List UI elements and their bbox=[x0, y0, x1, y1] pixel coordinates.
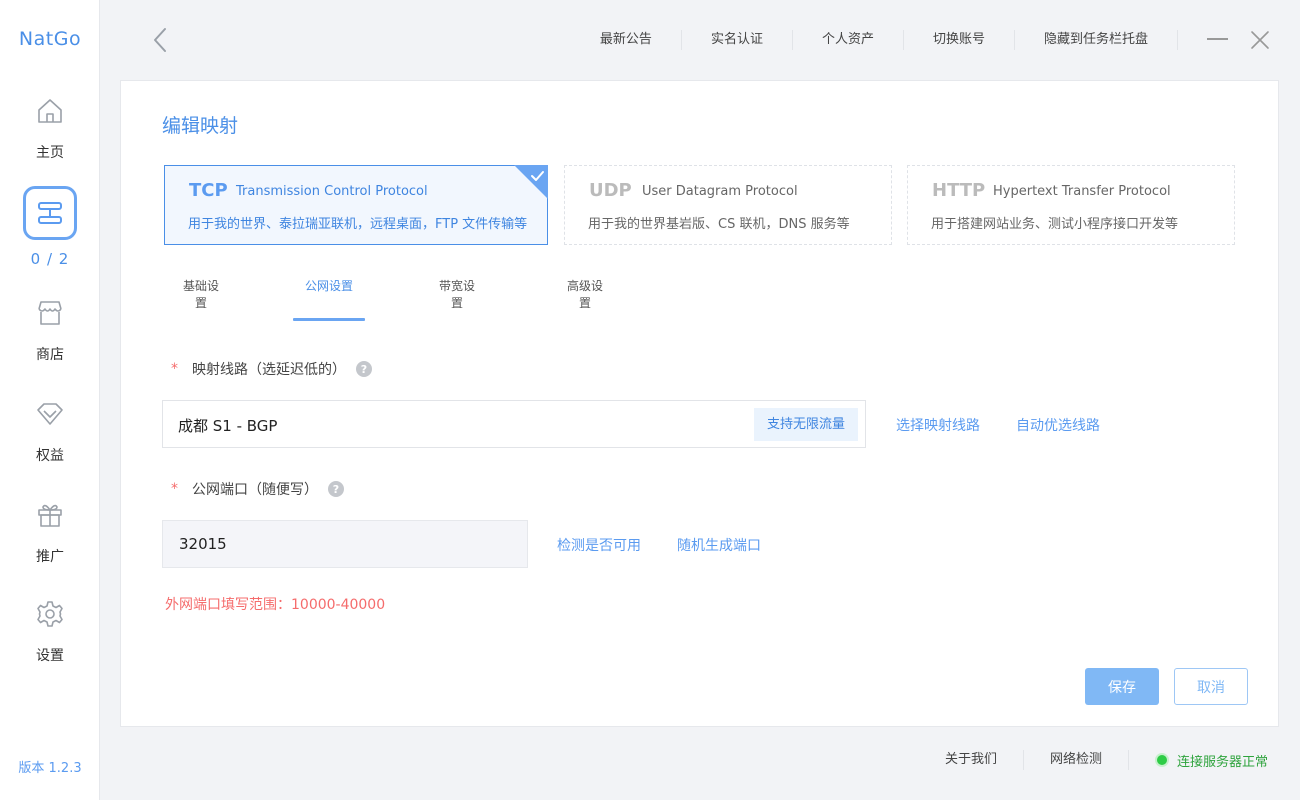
protocol-description: 用于我的世界基岩版、CS 联机，DNS 服务等 bbox=[588, 217, 850, 232]
protocol-description: 用于我的世界、泰拉瑞亚联机，远程桌面，FTP 文件传输等 bbox=[188, 217, 528, 232]
protocol-description: 用于搭建网站业务、测试小程序接口开发等 bbox=[931, 217, 1179, 232]
connection-status: 连接服务器正常 bbox=[1129, 751, 1268, 770]
minimize-icon[interactable] bbox=[1207, 38, 1228, 40]
mapping-active-box bbox=[23, 186, 77, 240]
sidebar-item-store[interactable]: 商店 bbox=[0, 298, 100, 364]
tab-label: 高级设置 bbox=[566, 279, 603, 310]
tab-label: 公网设置 bbox=[304, 279, 353, 293]
topnav-announcements[interactable]: 最新公告 bbox=[571, 30, 682, 50]
auto-route-link[interactable]: 自动优选线路 bbox=[1016, 415, 1100, 435]
save-button[interactable]: 保存 bbox=[1085, 668, 1159, 705]
protocol-card-tcp[interactable]: TCP Transmission Control Protocol 用于我的世界… bbox=[164, 165, 548, 245]
topnav-assets[interactable]: 个人资产 bbox=[793, 30, 904, 50]
sidebar-item-label: 权益 bbox=[36, 448, 64, 464]
route-select[interactable]: 成都 S1 - BGP 支持无限流量 bbox=[162, 400, 866, 448]
protocol-name: UDP bbox=[589, 180, 632, 201]
edit-mapping-panel: 编辑映射 TCP Transmission Control Protocol 用… bbox=[120, 80, 1279, 727]
tab-basic[interactable]: 基础设置 bbox=[178, 277, 224, 321]
route-field-label: * 映射线路（选延迟低的） ? bbox=[171, 359, 372, 379]
footer-bar: 关于我们 网络检测 连接服务器正常 bbox=[919, 750, 1268, 770]
sidebar-item-label: 推广 bbox=[36, 549, 64, 565]
required-mark: * bbox=[171, 361, 178, 377]
tab-bandwidth[interactable]: 带宽设置 bbox=[434, 277, 480, 321]
check-port-link[interactable]: 检测是否可用 bbox=[557, 535, 641, 555]
port-field-label: * 公网端口（随便写） ? bbox=[171, 479, 344, 499]
protocol-card-http[interactable]: HTTP Hypertext Transfer Protocol 用于搭建网站业… bbox=[907, 165, 1235, 245]
back-arrow-icon[interactable] bbox=[148, 26, 172, 54]
cancel-button[interactable]: 取消 bbox=[1174, 668, 1248, 705]
home-icon bbox=[38, 99, 62, 123]
page-title: 编辑映射 bbox=[162, 115, 239, 137]
status-dot-icon bbox=[1154, 753, 1169, 767]
tab-advanced[interactable]: 高级设置 bbox=[562, 277, 608, 321]
protocol-card-udp[interactable]: UDP User Datagram Protocol 用于我的世界基岩版、CS … bbox=[564, 165, 892, 245]
app-brand: NatGo bbox=[18, 28, 82, 50]
sidebar-item-label: 商店 bbox=[36, 347, 64, 363]
store-icon bbox=[38, 301, 62, 325]
select-route-link[interactable]: 选择映射线路 bbox=[896, 415, 980, 435]
public-port-input[interactable] bbox=[162, 520, 528, 568]
port-label-text: 公网端口（随便写） bbox=[192, 482, 318, 498]
sidebar: NatGo 主页 0 / 2 商店 权益 推广 设置 版本 1.2.3 bbox=[0, 0, 100, 800]
close-icon[interactable] bbox=[1250, 30, 1270, 50]
gift-icon bbox=[38, 504, 62, 527]
top-nav: 最新公告 实名认证 个人资产 切换账号 隐藏到任务栏托盘 bbox=[571, 30, 1178, 50]
mapping-count: 0 / 2 bbox=[30, 250, 70, 268]
route-label-text: 映射线路（选延迟低的） bbox=[192, 362, 346, 378]
tab-public[interactable]: 公网设置 bbox=[293, 277, 365, 321]
protocol-full-name: User Datagram Protocol bbox=[642, 184, 798, 199]
protocol-name: HTTP bbox=[932, 180, 986, 201]
protocol-full-name: Hypertext Transfer Protocol bbox=[993, 184, 1171, 199]
network-check-link[interactable]: 网络检测 bbox=[1024, 750, 1129, 770]
topnav-hide-to-tray[interactable]: 隐藏到任务栏托盘 bbox=[1015, 30, 1178, 50]
about-us-link[interactable]: 关于我们 bbox=[919, 750, 1024, 770]
selected-check-icon bbox=[514, 165, 548, 199]
app-version: 版本 1.2.3 bbox=[18, 761, 82, 776]
mapping-icon bbox=[38, 202, 62, 224]
connection-status-text: 连接服务器正常 bbox=[1176, 754, 1268, 770]
tab-label: 带宽设置 bbox=[438, 279, 475, 310]
tab-active-indicator bbox=[293, 318, 365, 321]
help-icon[interactable]: ? bbox=[328, 481, 344, 497]
route-value: 成都 S1 - BGP bbox=[178, 417, 278, 435]
sidebar-item-benefits[interactable]: 权益 bbox=[0, 399, 100, 465]
topnav-verification[interactable]: 实名认证 bbox=[682, 30, 793, 50]
sidebar-item-promote[interactable]: 推广 bbox=[0, 500, 100, 566]
help-icon[interactable]: ? bbox=[356, 361, 372, 377]
unlimited-traffic-tag: 支持无限流量 bbox=[753, 408, 858, 441]
sidebar-item-label: 设置 bbox=[36, 648, 64, 664]
sidebar-item-settings[interactable]: 设置 bbox=[0, 599, 100, 665]
gear-icon bbox=[37, 601, 63, 627]
tab-label: 基础设置 bbox=[182, 279, 219, 310]
sidebar-item-mapping[interactable]: 0 / 2 bbox=[0, 186, 100, 268]
diamond-icon bbox=[37, 403, 63, 425]
required-mark: * bbox=[171, 481, 178, 497]
protocol-full-name: Transmission Control Protocol bbox=[236, 184, 428, 199]
random-port-link[interactable]: 随机生成端口 bbox=[677, 535, 761, 555]
sidebar-item-home[interactable]: 主页 bbox=[0, 96, 100, 162]
topnav-switch-account[interactable]: 切换账号 bbox=[904, 30, 1015, 50]
protocol-name: TCP bbox=[189, 180, 228, 201]
sidebar-item-label: 主页 bbox=[36, 145, 64, 161]
port-range-hint: 外网端口填写范围：10000-40000 bbox=[165, 597, 386, 613]
